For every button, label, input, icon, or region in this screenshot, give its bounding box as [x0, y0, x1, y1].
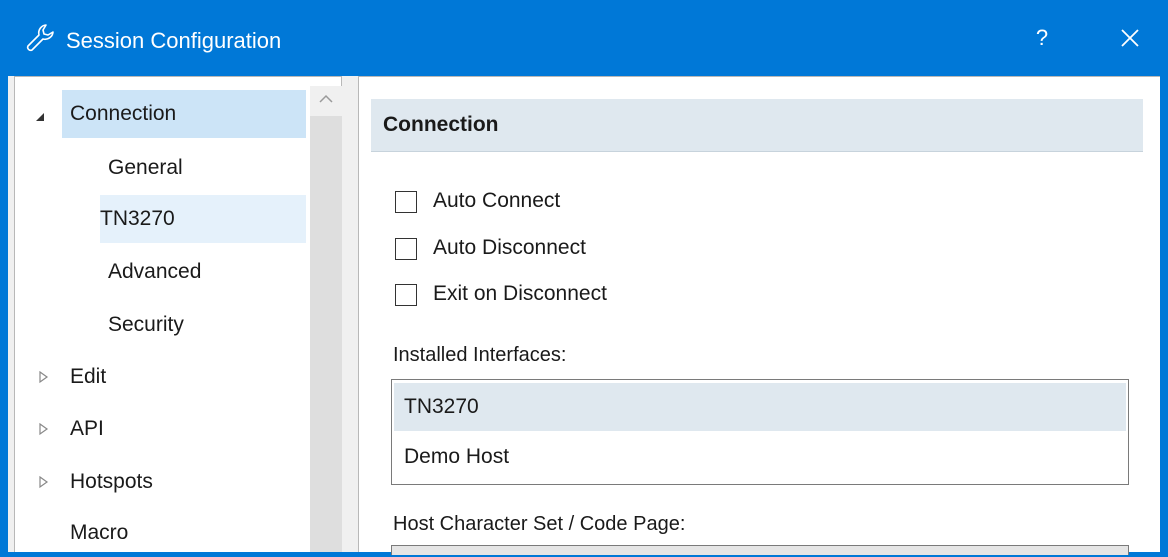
scroll-up-button[interactable] — [310, 86, 342, 116]
tree-item-connection[interactable]: Connection — [62, 90, 306, 138]
installed-interfaces-label: Installed Interfaces: — [393, 344, 567, 366]
checkbox-box[interactable] — [395, 238, 417, 260]
checkbox-label: Auto Disconnect — [433, 236, 586, 259]
chevron-up-icon — [319, 94, 333, 103]
checkbox-label: Auto Connect — [433, 189, 561, 212]
list-item-label: TN3270 — [404, 395, 479, 418]
tree-item-label: Advanced — [108, 260, 202, 283]
tree-item-label: TN3270 — [100, 207, 175, 230]
wrench-icon — [26, 24, 54, 52]
settings-tree: Connection General TN3270 Advanced Secur… — [14, 76, 342, 552]
checkbox-box[interactable] — [395, 284, 417, 306]
checkbox-box[interactable] — [395, 191, 417, 213]
tree-item-label: Connection — [70, 102, 177, 125]
tree-item-advanced[interactable]: Advanced — [100, 248, 306, 296]
close-icon — [1121, 29, 1139, 47]
tree-item-security[interactable]: Security — [100, 301, 306, 349]
expanded-arrow-icon[interactable] — [33, 110, 47, 124]
tree-item-edit[interactable]: Edit — [62, 353, 306, 401]
tree-item-hotspots[interactable]: Hotspots — [62, 458, 306, 506]
collapsed-arrow-icon[interactable] — [37, 370, 51, 384]
tree-item-api[interactable]: API — [62, 405, 306, 453]
checkbox-label: Exit on Disconnect — [433, 282, 607, 305]
tree-item-label: Edit — [70, 365, 107, 388]
tree-item-label: Hotspots — [70, 470, 153, 493]
tree-scrollbar[interactable] — [310, 86, 342, 552]
tree-item-tn3270[interactable]: TN3270 — [100, 195, 306, 243]
list-item-label: Demo Host — [404, 445, 510, 468]
window-title: Session Configuration — [66, 28, 282, 53]
tree-item-macro[interactable]: Macro — [62, 509, 306, 557]
host-charset-dropdown[interactable] — [391, 545, 1129, 555]
list-item[interactable]: Demo Host — [394, 433, 1126, 481]
tree-item-general[interactable]: General — [100, 144, 306, 192]
section-title: Connection — [383, 113, 499, 136]
section-header: Connection — [371, 99, 1143, 152]
list-item[interactable]: TN3270 — [394, 383, 1126, 431]
tree-item-label: General — [108, 156, 183, 179]
help-button[interactable]: ? — [1024, 18, 1060, 58]
settings-panel: Connection Auto Connect Auto Disconnect … — [358, 76, 1160, 555]
close-button[interactable] — [1110, 18, 1150, 58]
collapsed-arrow-icon[interactable] — [37, 475, 51, 489]
tree-item-label: Security — [108, 313, 184, 336]
installed-interfaces-list[interactable]: TN3270 Demo Host — [391, 379, 1129, 485]
collapsed-arrow-icon[interactable] — [37, 422, 51, 436]
title-bar[interactable]: Session Configuration ? — [0, 0, 1168, 76]
host-charset-label: Host Character Set / Code Page: — [393, 513, 686, 535]
tree-item-label: Macro — [70, 521, 129, 544]
tree-item-label: API — [70, 417, 104, 440]
